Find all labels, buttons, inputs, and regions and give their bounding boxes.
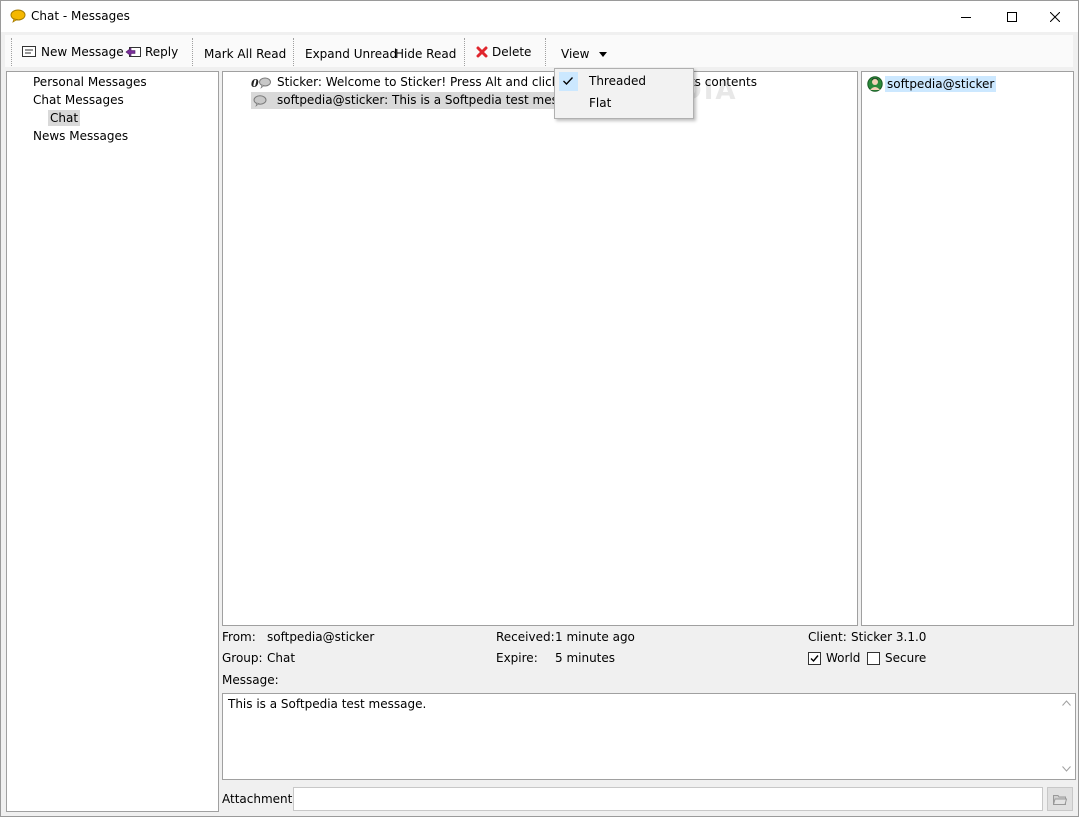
scroll-down-icon[interactable]: [1062, 766, 1071, 772]
received-label: Received:: [496, 630, 555, 644]
group-label: Group:: [222, 651, 263, 665]
title-bar: Chat - Messages: [1, 1, 1078, 32]
view-dropdown-button[interactable]: View: [561, 45, 611, 63]
minimize-button[interactable]: [943, 1, 989, 32]
list-item[interactable]: softpedia@sticker: This is a Softpedia t…: [251, 92, 591, 109]
received-value: 1 minute ago: [555, 630, 635, 644]
browse-attachment-button[interactable]: [1047, 787, 1073, 811]
close-button[interactable]: [1032, 1, 1078, 32]
expire-label: Expire:: [496, 651, 538, 665]
user-name: softpedia@sticker: [885, 75, 997, 92]
secure-label: Secure: [885, 651, 927, 665]
list-item[interactable]: softpedia@sticker: [867, 75, 997, 92]
delete-button[interactable]: Delete: [476, 43, 531, 61]
hide-read-button[interactable]: Hide Read: [395, 45, 456, 63]
check-icon: [810, 655, 819, 663]
toolbar-separator: [464, 38, 465, 66]
message-bubble-icon: [251, 94, 271, 108]
message-scrollbar[interactable]: [1058, 694, 1075, 779]
chevron-down-icon: [599, 51, 608, 57]
chat-bubble-icon: [10, 9, 26, 23]
new-message-button[interactable]: New Message: [22, 43, 124, 61]
message-body-text: This is a Softpedia test message.: [228, 697, 427, 711]
maximize-icon: [1007, 11, 1017, 22]
group-value: Chat: [267, 651, 296, 665]
window-title: Chat - Messages: [31, 9, 130, 23]
toolbar-separator: [545, 38, 546, 66]
view-label: View: [561, 47, 590, 61]
menu-item-label: Threaded: [589, 74, 646, 88]
message-body[interactable]: This is a Softpedia test message.: [222, 693, 1076, 780]
delete-label: Delete: [492, 45, 532, 59]
tree-item-personal-messages[interactable]: Personal Messages: [33, 74, 147, 90]
svg-text:0: 0: [251, 77, 259, 90]
attachment-input[interactable]: [293, 787, 1043, 811]
app-window: Chat - Messages New Message Reply Mark A…: [0, 0, 1079, 817]
reply-label: Reply: [145, 45, 179, 59]
new-message-icon: [22, 46, 36, 57]
attachment-message-icon: 0: [251, 76, 271, 90]
mark-all-read-button[interactable]: Mark All Read: [204, 45, 286, 63]
client-label: Client:: [808, 630, 847, 644]
tree-item-news-messages[interactable]: News Messages: [33, 128, 128, 144]
client-value: Sticker 3.1.0: [851, 630, 927, 644]
secure-checkbox[interactable]: [867, 652, 880, 665]
world-checkbox[interactable]: [808, 652, 821, 665]
expire-value: 5 minutes: [555, 651, 616, 665]
delete-icon: [476, 46, 488, 58]
message-label: Message:: [222, 673, 279, 687]
minimize-icon: [961, 16, 971, 18]
folder-tree: Personal Messages Chat Messages Chat New…: [6, 71, 219, 812]
view-menu: Threaded Flat: [554, 68, 694, 119]
mark-all-read-label: Mark All Read: [204, 47, 287, 61]
tree-item-chat-messages[interactable]: Chat Messages: [33, 92, 124, 108]
maximize-button[interactable]: [989, 1, 1035, 32]
user-list: softpedia@sticker: [861, 71, 1074, 626]
toolbar-separator: [11, 38, 12, 66]
toolbar-separator: [192, 38, 193, 66]
close-icon: [1050, 11, 1060, 22]
expand-unread-label: Expand Unread: [305, 47, 398, 61]
reply-button[interactable]: Reply: [125, 43, 178, 61]
folder-open-icon: [1053, 794, 1067, 805]
message-list: SOFTPEDIA 0 Sticker: Welcome to Sticker!…: [222, 71, 858, 626]
reply-icon: [125, 47, 141, 57]
toolbar-separator: [293, 38, 294, 66]
from-label: From:: [222, 630, 256, 644]
menu-item-threaded[interactable]: Threaded: [557, 71, 690, 92]
menu-item-label: Flat: [589, 96, 612, 110]
menu-item-flat[interactable]: Flat: [557, 93, 690, 114]
new-message-label: New Message: [41, 45, 124, 59]
attachment-label: Attachment:: [222, 792, 297, 806]
hide-read-label: Hide Read: [395, 47, 457, 61]
check-icon: [559, 72, 578, 91]
world-label: World: [826, 651, 861, 665]
expand-unread-button[interactable]: Expand Unread: [305, 45, 397, 63]
tree-item-chat[interactable]: Chat: [48, 110, 81, 126]
message-subject: softpedia@sticker: This is a Softpedia t…: [277, 93, 591, 107]
from-value: softpedia@sticker: [267, 630, 375, 644]
scroll-up-icon[interactable]: [1062, 700, 1071, 706]
user-avatar-icon: [867, 75, 883, 92]
toolbar: New Message Reply Mark All Read Expand U…: [5, 35, 1073, 67]
